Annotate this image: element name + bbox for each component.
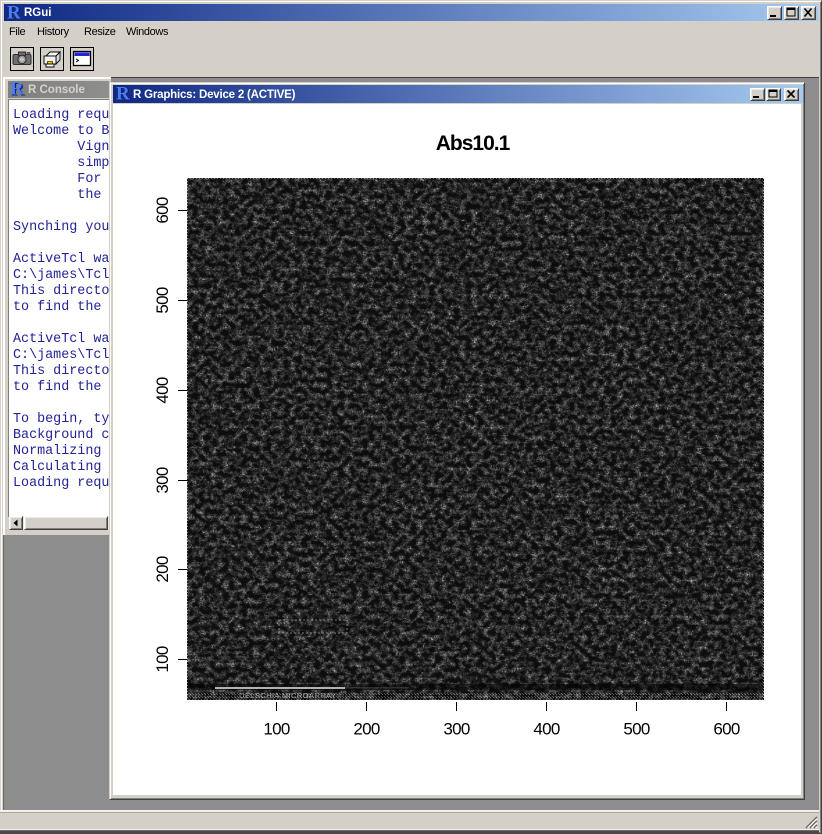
svg-text:R: R [10,78,24,99]
svg-text:400: 400 [153,377,172,404]
svg-text:100: 100 [153,646,172,673]
svg-text:500: 500 [153,287,172,314]
svg-text:600: 600 [713,720,740,739]
svg-text:500: 500 [623,720,650,739]
svg-text:R: R [7,3,21,24]
svg-text:400: 400 [533,720,560,739]
svg-text:600: 600 [153,197,172,224]
svg-text:R: R [116,83,130,104]
svg-text:100: 100 [263,720,290,739]
svg-text:300: 300 [153,467,172,494]
svg-text:300: 300 [443,720,470,739]
svg-text:200: 200 [153,556,172,583]
svg-text:200: 200 [353,720,380,739]
